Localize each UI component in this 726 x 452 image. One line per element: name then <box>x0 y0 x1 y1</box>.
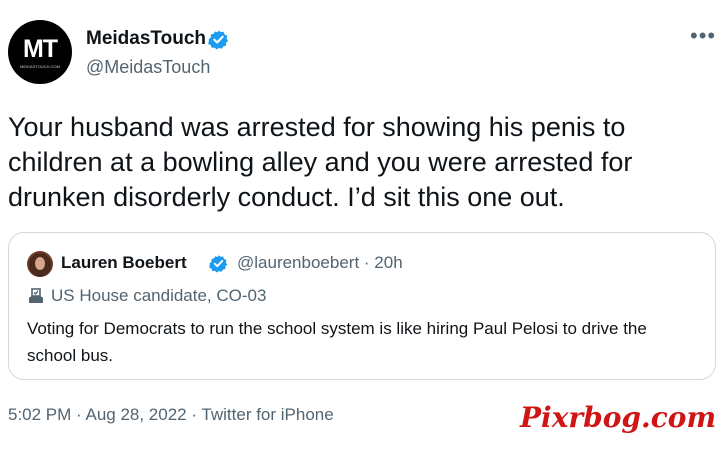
candidate-label: US House candidate, CO-03 <box>51 286 267 305</box>
ballot-box-icon <box>29 288 43 303</box>
quoted-tweet-text: Voting for Democrats to run the school s… <box>27 319 647 365</box>
tweet-timestamp-source[interactable]: 5:02 PM · Aug 28, 2022 · Twitter for iPh… <box>8 404 334 426</box>
quoted-author-handle-time[interactable]: @laurenboebert · 20h <box>237 253 403 273</box>
verified-badge-icon <box>208 30 229 50</box>
more-horizontal-icon[interactable]: ••• <box>690 25 716 47</box>
verified-badge-icon <box>209 255 228 273</box>
avatar-logo-text: MT <box>22 35 58 63</box>
author-avatar[interactable]: MT MEIDASTOUCH.COM <box>8 20 72 84</box>
watermark-text: Pixrbog.com <box>520 401 717 434</box>
quoted-author-name[interactable]: Lauren Boebert <box>61 253 187 273</box>
tweet-text: Your husband was arrested for showing hi… <box>8 112 633 212</box>
avatar-face-shape <box>35 257 45 270</box>
author-handle[interactable]: @MeidasTouch <box>86 56 210 78</box>
quoted-tweet-card[interactable]: Lauren Boebert @laurenboebert · 20h US H… <box>8 232 716 380</box>
quoted-author-avatar[interactable] <box>27 251 53 277</box>
avatar-logo-subtext: MEIDASTOUCH.COM <box>20 64 60 69</box>
author-name[interactable]: MeidasTouch <box>86 28 206 50</box>
